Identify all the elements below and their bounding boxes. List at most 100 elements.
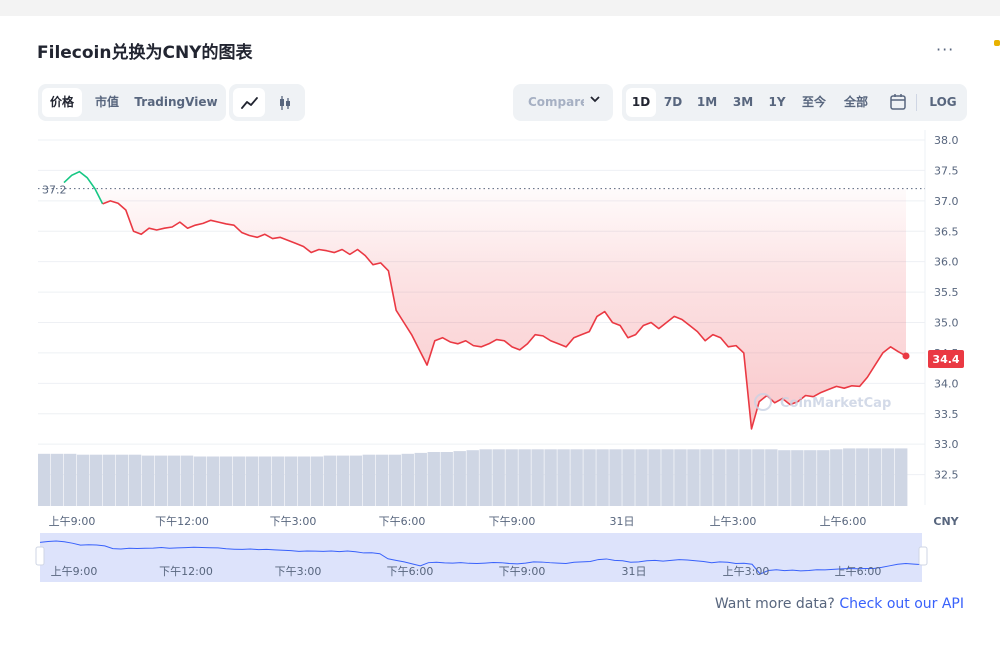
navigator-x-label: 下午6:00 xyxy=(387,565,434,578)
y-tick-label: 37.0 xyxy=(934,195,959,208)
volume-bar xyxy=(505,449,518,506)
y-tick-label: 33.0 xyxy=(934,438,959,451)
volume-bar xyxy=(752,449,765,506)
volume-bar xyxy=(700,449,713,506)
x-tick-label: 下午6:00 xyxy=(379,515,426,528)
volume-bar xyxy=(362,454,376,506)
volume-bar xyxy=(271,456,285,506)
volume-bar xyxy=(219,456,233,506)
navigator-left-handle[interactable] xyxy=(35,546,45,566)
x-tick-label: 下午9:00 xyxy=(489,515,536,528)
api-link[interactable]: Check out our API xyxy=(839,596,964,612)
volume-bar xyxy=(427,452,440,506)
watermark-text: CoinMarketCap xyxy=(780,396,891,411)
volume-bar xyxy=(258,456,272,506)
y-tick-label: 36.0 xyxy=(934,256,959,269)
volume-bar xyxy=(128,454,142,506)
volume-bar xyxy=(388,454,401,506)
reference-price-label: 37.2 xyxy=(42,184,67,197)
volume-bar xyxy=(479,449,492,506)
current-price-marker xyxy=(902,352,910,360)
volume-bar xyxy=(193,456,207,506)
y-tick-label: 33.5 xyxy=(934,408,959,421)
volume-bar xyxy=(856,448,869,506)
volume-bar xyxy=(401,453,414,506)
volume-bar xyxy=(869,448,882,506)
volume-bar xyxy=(232,456,246,506)
volume-bar xyxy=(180,455,194,506)
volume-bar xyxy=(557,449,570,506)
volume-bar xyxy=(739,449,752,506)
y-tick-label: 36.5 xyxy=(934,225,959,238)
y-tick-label: 34.0 xyxy=(934,377,959,390)
y-tick-label: 35.0 xyxy=(934,317,959,330)
volume-bar xyxy=(531,449,544,506)
volume-bar xyxy=(817,450,830,506)
volume-bar xyxy=(76,454,90,506)
volume-bar xyxy=(583,449,596,506)
volume-bar xyxy=(635,449,648,506)
price-area-fill xyxy=(94,188,906,429)
volume-bar xyxy=(336,455,350,506)
volume-bar xyxy=(622,449,635,506)
volume-bar xyxy=(765,449,778,506)
volume-bar xyxy=(375,454,388,506)
volume-bar xyxy=(38,453,51,506)
volume-bar xyxy=(648,449,661,506)
volume-bar xyxy=(414,452,427,506)
y-tick-label: 35.5 xyxy=(934,286,959,299)
volume-bar xyxy=(661,449,674,506)
volume-bar xyxy=(804,450,817,506)
volume-bar xyxy=(89,454,103,506)
navigator-x-label: 下午3:00 xyxy=(275,565,322,578)
navigator-x-label: 上午9:00 xyxy=(51,565,98,578)
volume-bar xyxy=(323,455,337,506)
x-tick-label: 上午3:00 xyxy=(710,515,757,528)
navigator-x-label: 下午9:00 xyxy=(499,565,546,578)
x-tick-label: 上午9:00 xyxy=(49,515,96,528)
volume-bar xyxy=(596,449,609,506)
volume-bar xyxy=(713,449,726,506)
api-promo-text: Want more data? xyxy=(714,596,835,612)
price-chart[interactable]: 38.037.537.036.536.035.535.034.534.033.5… xyxy=(0,0,1000,650)
volume-bar xyxy=(115,454,129,506)
volume-bar xyxy=(830,449,843,506)
volume-bar xyxy=(440,452,453,506)
volume-bar xyxy=(453,451,466,506)
api-promo: Want more data? Check out our API xyxy=(715,596,964,612)
volume-bar xyxy=(154,455,168,506)
x-tick-label: 下午12:00 xyxy=(155,515,209,528)
volume-bar xyxy=(895,448,908,506)
volume-bar xyxy=(245,456,259,506)
volume-bar xyxy=(297,456,311,506)
volume-bar xyxy=(492,449,505,506)
volume-bar xyxy=(791,450,804,506)
volume-bar xyxy=(141,455,155,506)
navigator-x-label: 31日 xyxy=(622,565,647,578)
volume-bar xyxy=(726,449,739,506)
volume-bar xyxy=(63,453,77,506)
x-tick-label: 31日 xyxy=(610,515,635,528)
price-line-up xyxy=(63,170,104,205)
volume-bar xyxy=(310,456,324,506)
volume-bar xyxy=(50,453,64,506)
volume-bar xyxy=(609,449,622,506)
volume-bar xyxy=(843,448,856,506)
volume-bar xyxy=(167,455,181,506)
navigator-x-label: 上午3:00 xyxy=(723,565,770,578)
volume-bar xyxy=(778,450,791,506)
volume-bar xyxy=(882,448,895,506)
navigator-right-handle[interactable] xyxy=(918,546,928,566)
volume-bar xyxy=(102,454,116,506)
volume-bar xyxy=(466,450,479,506)
volume-bar xyxy=(518,449,531,506)
x-tick-label: 下午3:00 xyxy=(270,515,317,528)
volume-bar xyxy=(570,449,583,506)
volume-bar xyxy=(544,449,557,506)
navigator-x-label: 下午12:00 xyxy=(159,565,213,578)
volume-bar xyxy=(206,456,220,506)
navigator-x-label: 上午6:00 xyxy=(835,565,882,578)
y-tick-label: 37.5 xyxy=(934,164,959,177)
x-tick-label: 上午6:00 xyxy=(820,515,867,528)
currency-unit-label: CNY xyxy=(933,515,959,528)
